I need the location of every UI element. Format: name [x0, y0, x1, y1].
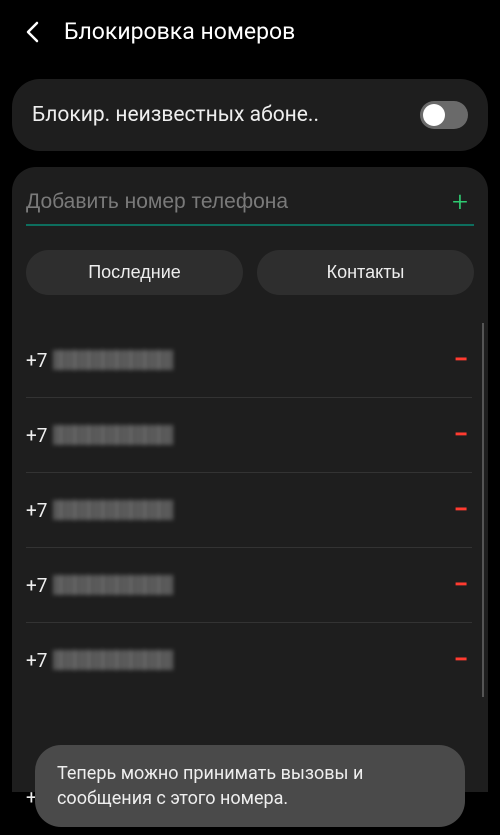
- phone-input[interactable]: [26, 190, 446, 214]
- number-redacted: [53, 500, 173, 520]
- number-prefix: +7: [26, 499, 47, 522]
- number-redacted: [53, 425, 173, 445]
- toast-message: Теперь можно принимать вызовы и сообщени…: [57, 761, 443, 811]
- number-prefix: +7: [26, 649, 47, 672]
- recent-button[interactable]: Последние: [26, 250, 243, 295]
- source-buttons: Последние Контакты: [26, 250, 474, 295]
- toast: Теперь можно принимать вызовы и сообщени…: [35, 745, 465, 827]
- number-prefix: +7: [26, 349, 47, 372]
- remove-icon[interactable]: −: [450, 420, 472, 450]
- number-text: +7: [26, 649, 173, 672]
- block-unknown-card: Блокир. неизвестных абоне..: [12, 79, 488, 151]
- number-prefix: +7: [26, 424, 47, 447]
- number-redacted: [53, 650, 173, 670]
- list-item: +7 −: [26, 548, 472, 623]
- number-text: +7: [26, 499, 173, 522]
- number-prefix: +7: [26, 574, 47, 597]
- add-number-row: +: [26, 185, 474, 226]
- remove-icon[interactable]: −: [450, 495, 472, 525]
- list-item: +7 −: [26, 623, 472, 697]
- block-unknown-label: Блокир. неизвестных абоне..: [32, 103, 408, 127]
- list-item: +7 −: [26, 398, 472, 473]
- blocked-list: +7 − +7 − +7 − +7 −: [26, 323, 484, 697]
- number-text: +7: [26, 574, 173, 597]
- block-unknown-toggle[interactable]: [420, 101, 468, 129]
- number-text: +7: [26, 424, 173, 447]
- header: Блокировка номеров: [0, 0, 500, 63]
- remove-icon[interactable]: −: [450, 345, 472, 375]
- number-redacted: [53, 575, 173, 595]
- number-text: +7: [26, 349, 173, 372]
- main-card: + Последние Контакты +7 − +7 − +7 −: [12, 167, 488, 792]
- contacts-button[interactable]: Контакты: [257, 250, 474, 295]
- toggle-knob: [423, 104, 445, 126]
- back-icon[interactable]: [20, 20, 44, 44]
- remove-icon[interactable]: −: [450, 570, 472, 600]
- list-item: +7 −: [26, 323, 472, 398]
- list-item: +7 −: [26, 473, 472, 548]
- page-title: Блокировка номеров: [64, 18, 295, 45]
- remove-icon[interactable]: −: [450, 645, 472, 675]
- number-redacted: [53, 350, 173, 370]
- plus-icon[interactable]: +: [446, 185, 474, 218]
